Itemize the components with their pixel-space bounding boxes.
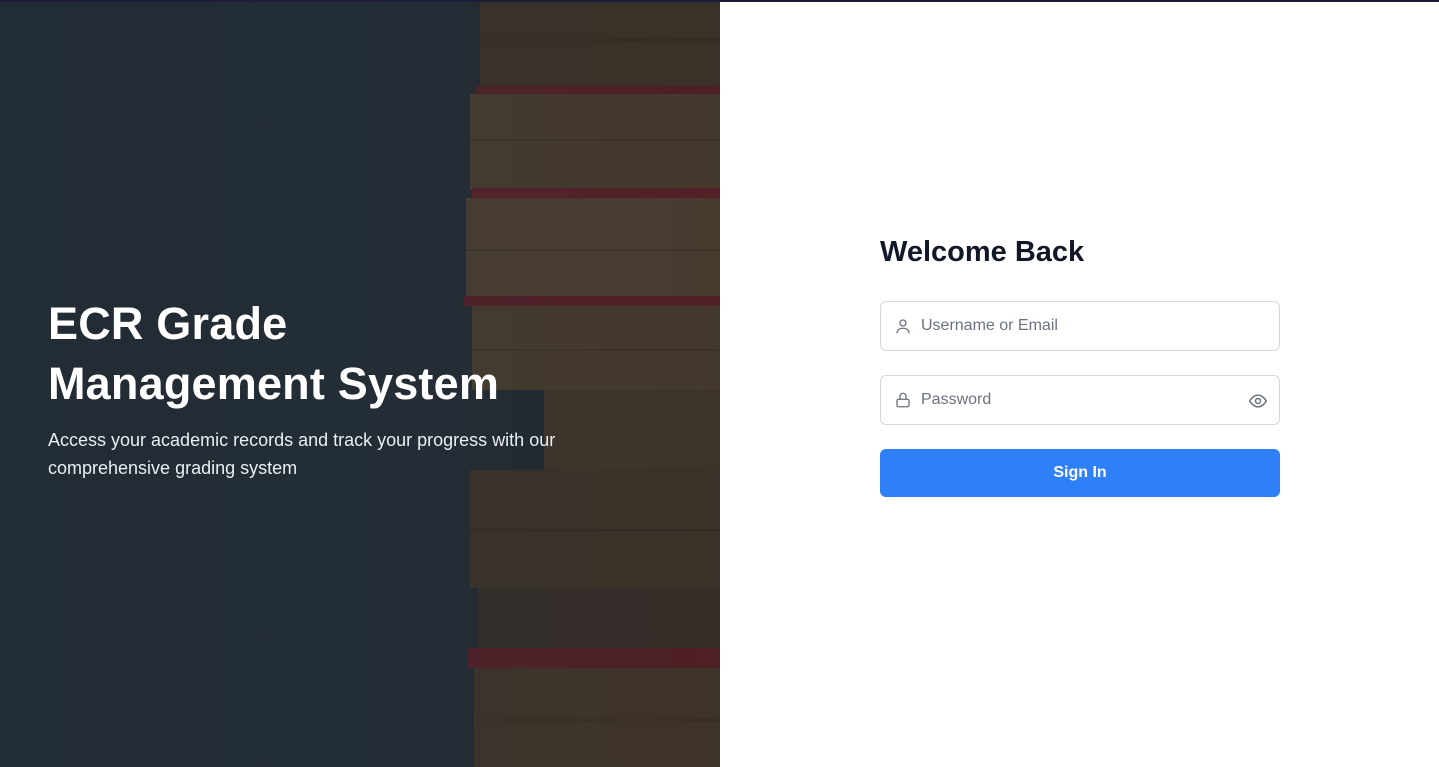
hero-panel: ECR Grade Management System Access your … xyxy=(0,0,720,767)
hero-title-line1: ECR Grade xyxy=(48,298,288,349)
hero-subtitle: Access your academic records and track y… xyxy=(48,430,556,478)
username-field[interactable] xyxy=(880,301,1280,351)
lock-icon xyxy=(893,390,913,410)
password-field[interactable] xyxy=(880,375,1280,425)
password-input[interactable] xyxy=(881,376,1279,424)
sign-in-button[interactable]: Sign In xyxy=(880,449,1280,497)
login-form: Welcome Back Username or Email Sign In xyxy=(880,232,1280,497)
hero-title-line2: Management System xyxy=(48,358,500,409)
username-input[interactable] xyxy=(881,302,1279,350)
hero-text-block: ECR Grade Management System Access your … xyxy=(48,294,588,482)
login-panel: Welcome Back Username or Email Sign In xyxy=(720,0,1439,767)
welcome-heading: Welcome Back xyxy=(880,236,1085,268)
eye-icon[interactable] xyxy=(1247,390,1269,412)
user-icon xyxy=(893,316,913,336)
top-border xyxy=(0,0,1439,2)
hero-title: ECR Grade Management System xyxy=(48,294,588,414)
